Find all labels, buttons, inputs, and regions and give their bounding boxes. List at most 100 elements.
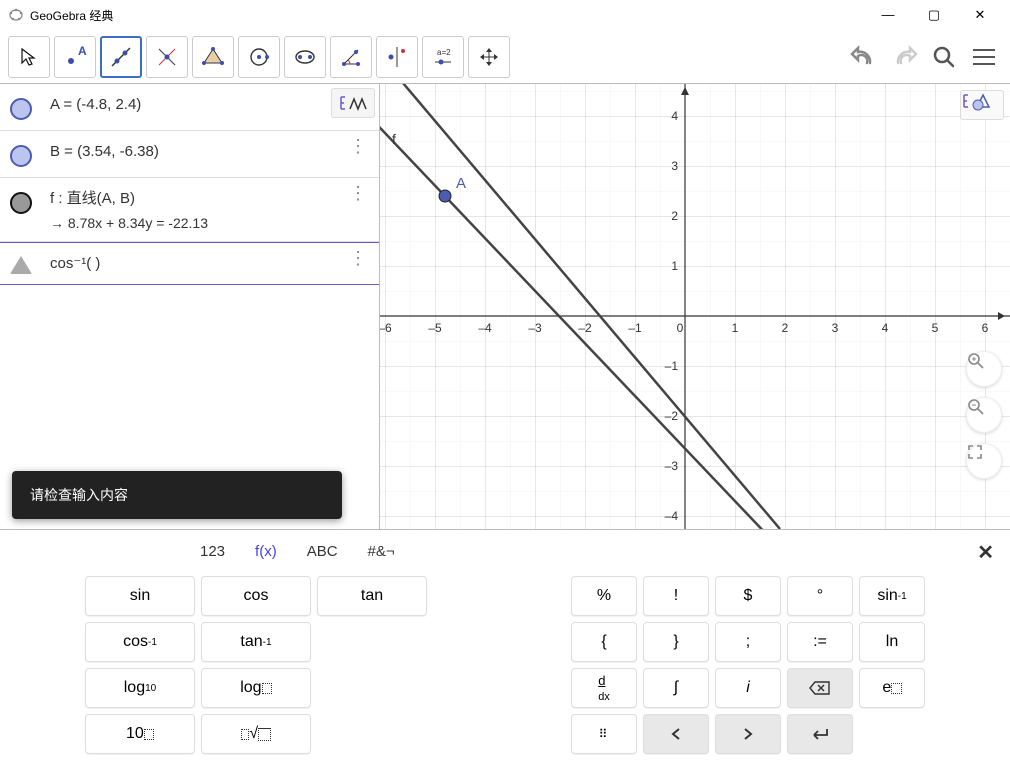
svg-text:–5: –5 — [428, 321, 442, 335]
svg-text:–6: –6 — [380, 321, 392, 335]
key-dollar[interactable]: $ — [715, 576, 781, 616]
svg-text:–2: –2 — [665, 409, 679, 423]
key-logb[interactable]: log — [201, 668, 311, 708]
key-atan[interactable]: tan-1 — [201, 622, 311, 662]
key-assign[interactable]: := — [787, 622, 853, 662]
graphics-view[interactable]: –6–5–4–3–2–10123456 4321–1–2–3–4 f A — [380, 84, 1010, 529]
svg-text:–3: –3 — [528, 321, 542, 335]
window-close-button[interactable]: ✕ — [966, 7, 994, 23]
row-menu-button[interactable]: ⋮ — [349, 255, 367, 262]
zoom-in-button[interactable] — [966, 351, 1002, 387]
tool-move[interactable] — [8, 36, 50, 78]
key-right[interactable] — [715, 714, 781, 754]
key-i[interactable]: i — [715, 668, 781, 708]
tool-polygon[interactable] — [192, 36, 234, 78]
key-tenpow[interactable]: 10 — [85, 714, 195, 754]
svg-text:4: 4 — [882, 321, 889, 335]
key-lbrace[interactable]: { — [571, 622, 637, 662]
svg-text:2: 2 — [671, 209, 678, 223]
kbd-tab-123[interactable]: 123 — [200, 543, 225, 560]
warning-icon — [10, 256, 32, 274]
zoom-out-button[interactable] — [966, 397, 1002, 433]
key-factorial[interactable]: ! — [643, 576, 709, 616]
svg-text:a=2: a=2 — [437, 48, 451, 57]
visibility-toggle-icon[interactable] — [10, 192, 32, 214]
svg-text:1: 1 — [671, 259, 678, 273]
algebra-panel: A = (-4.8, 2.4) B = (3.54, -6.38) ⋮ f : … — [0, 84, 380, 529]
algebra-input-text[interactable]: cos⁻¹( ) — [50, 253, 100, 274]
tool-ellipse[interactable] — [284, 36, 326, 78]
key-percent[interactable]: % — [571, 576, 637, 616]
algebra-row-a[interactable]: A = (-4.8, 2.4) — [0, 84, 379, 131]
tool-reflect[interactable] — [376, 36, 418, 78]
key-semicolon[interactable]: ; — [715, 622, 781, 662]
svg-text:0: 0 — [677, 321, 684, 335]
kbd-tab-sym[interactable]: #&¬ — [368, 543, 395, 560]
svg-text:3: 3 — [671, 159, 678, 173]
key-backspace[interactable] — [787, 668, 853, 708]
kbd-tab-abc[interactable]: ABC — [307, 543, 338, 560]
key-ln[interactable]: ln — [859, 622, 925, 662]
key-nroot[interactable]: √ — [201, 714, 311, 754]
main-toolbar: A a=2 — [0, 30, 1010, 84]
svg-text:–4: –4 — [478, 321, 492, 335]
key-integral[interactable]: ∫ — [643, 668, 709, 708]
geogebra-logo-icon — [8, 7, 24, 23]
algebra-row-b[interactable]: B = (3.54, -6.38) ⋮ — [0, 131, 379, 178]
error-toast: 请检查输入内容 — [12, 471, 342, 519]
row-menu-button[interactable]: ⋮ — [349, 190, 367, 197]
visibility-toggle-icon[interactable] — [10, 145, 32, 167]
tool-angle[interactable] — [330, 36, 372, 78]
redo-button[interactable] — [886, 39, 922, 75]
algebra-row-f[interactable]: f : 直线(A, B) → 8.78x + 8.34y = -22.13 ⋮ — [0, 178, 379, 242]
tool-line[interactable] — [100, 36, 142, 78]
key-cos[interactable]: cos — [201, 576, 311, 616]
visibility-toggle-icon[interactable] — [10, 98, 32, 120]
key-matrix[interactable]: ⠿ — [571, 714, 637, 754]
algebra-label: A = (-4.8, 2.4) — [50, 94, 141, 115]
key-left[interactable] — [643, 714, 709, 754]
toast-text: 请检查输入内容 — [30, 487, 128, 503]
key-rbrace[interactable]: } — [643, 622, 709, 662]
virtual-keyboard: 123 f(x) ABC #&¬ ✕ sin cos tan % ! $ ° s… — [0, 529, 1010, 761]
graphics-style-button[interactable] — [960, 90, 1004, 120]
svg-text:–1: –1 — [665, 359, 679, 373]
key-degree[interactable]: ° — [787, 576, 853, 616]
key-epow[interactable]: e — [859, 668, 925, 708]
key-enter[interactable] — [787, 714, 853, 754]
search-button[interactable] — [926, 39, 962, 75]
algebra-input-row[interactable]: cos⁻¹( ) ⋮ — [0, 242, 379, 285]
tool-circle[interactable] — [238, 36, 280, 78]
key-sin[interactable]: sin — [85, 576, 195, 616]
key-derivative[interactable]: ddx — [571, 668, 637, 708]
window-title: GeoGebra 经典 — [30, 7, 113, 24]
key-acos[interactable]: cos-1 — [85, 622, 195, 662]
kbd-close-button[interactable]: ✕ — [977, 540, 994, 565]
svg-text:3: 3 — [832, 321, 839, 335]
key-asin[interactable]: sin-1 — [859, 576, 925, 616]
fullscreen-button[interactable] — [966, 443, 1002, 479]
svg-text:2: 2 — [782, 321, 789, 335]
svg-text:–3: –3 — [665, 459, 679, 473]
tool-perpendicular[interactable] — [146, 36, 188, 78]
window-minimize-button[interactable]: — — [874, 7, 902, 23]
algebra-label: f : 直线(A, B) — [50, 188, 208, 209]
tool-slider[interactable]: a=2 — [422, 36, 464, 78]
menu-button[interactable] — [966, 39, 1002, 75]
svg-text:5: 5 — [932, 321, 939, 335]
tool-move-view[interactable] — [468, 36, 510, 78]
window-maximize-button[interactable]: ▢ — [920, 7, 948, 23]
svg-text:1: 1 — [732, 321, 739, 335]
algebra-label: B = (3.54, -6.38) — [50, 141, 159, 162]
kbd-tab-fx[interactable]: f(x) — [255, 543, 277, 560]
window-titlebar: GeoGebra 经典 — ▢ ✕ — [0, 0, 1010, 30]
svg-text:–1: –1 — [628, 321, 642, 335]
row-menu-button[interactable]: ⋮ — [349, 143, 367, 150]
graph-canvas[interactable]: –6–5–4–3–2–10123456 4321–1–2–3–4 f A — [380, 84, 1010, 529]
svg-text:6: 6 — [982, 321, 989, 335]
undo-button[interactable] — [846, 39, 882, 75]
key-grid: sin cos tan % ! $ ° sin-1 cos-1 tan-1 { … — [85, 576, 925, 754]
key-log10[interactable]: log10 — [85, 668, 195, 708]
tool-point[interactable]: A — [54, 36, 96, 78]
key-tan[interactable]: tan — [317, 576, 427, 616]
